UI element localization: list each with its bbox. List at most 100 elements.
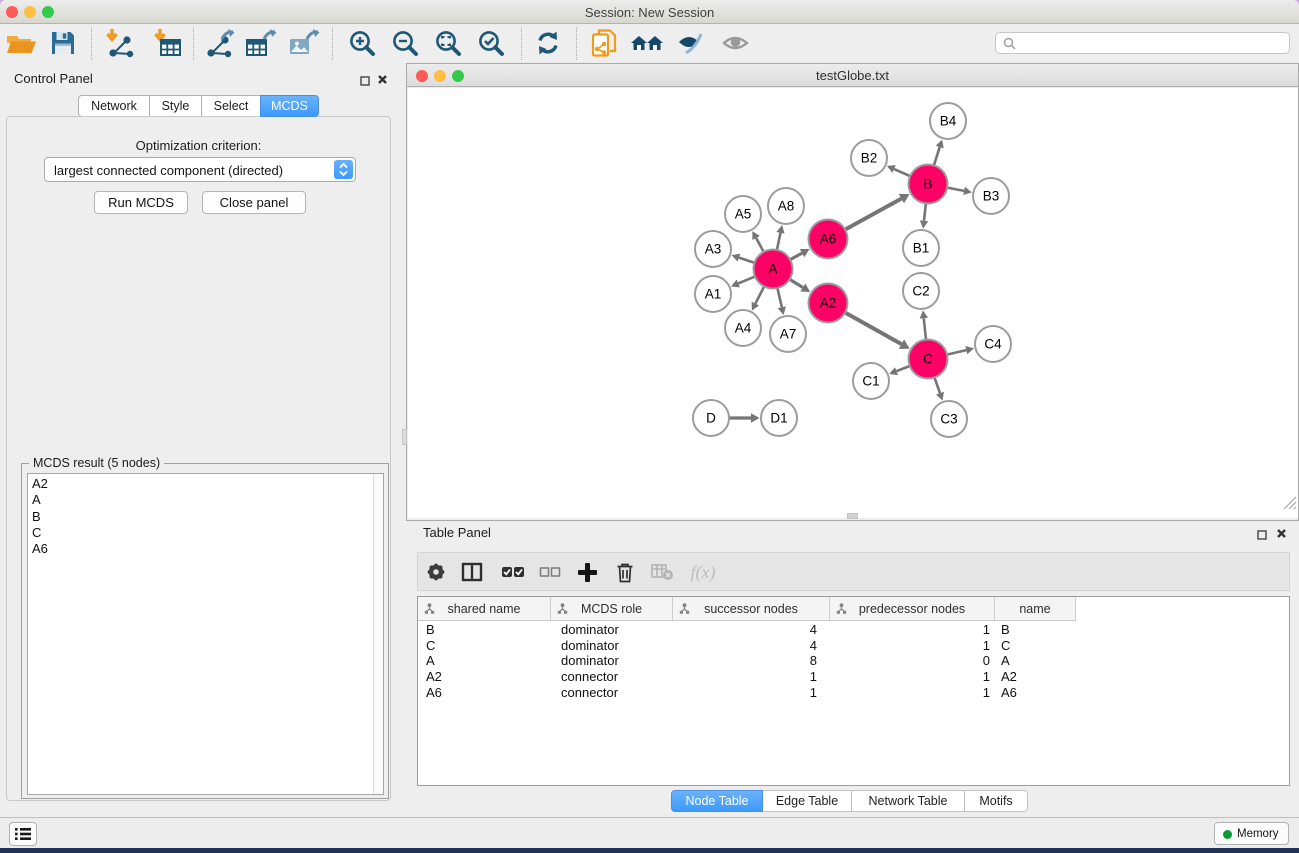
dropdown-value: largest connected component (directed) <box>54 163 283 178</box>
delete-row-icon[interactable] <box>608 555 642 589</box>
column-header-predecessor-nodes[interactable]: predecessor nodes <box>830 597 995 620</box>
zoom-out-button[interactable] <box>387 26 423 60</box>
node-label-B2: B2 <box>861 151 878 166</box>
zoom-in-button[interactable] <box>344 26 380 60</box>
resize-handle[interactable] <box>1283 496 1297 510</box>
show-panel-button[interactable] <box>718 26 754 60</box>
window-titlebar: Session: New Session <box>0 0 1299 24</box>
cell: A <box>418 653 551 669</box>
refresh-button[interactable] <box>530 26 566 60</box>
table-row[interactable]: Bdominator41B <box>418 622 1076 638</box>
optimization-criterion-dropdown[interactable]: largest connected component (directed) <box>44 157 356 182</box>
tab-mcds[interactable]: MCDS <box>260 95 319 117</box>
mcds-result-title: MCDS result (5 nodes) <box>29 456 164 470</box>
column-header-MCDS-role[interactable]: MCDS role <box>551 597 673 620</box>
result-scrollbar[interactable] <box>373 474 383 794</box>
mcds-result-item[interactable]: A2 <box>28 476 383 492</box>
network-vscrollbar[interactable] <box>402 429 407 445</box>
function-builder-icon[interactable]: f(x) <box>686 555 720 589</box>
edge-arrow-B-B1 <box>920 220 928 228</box>
table-panel: Table Panel f(x) <box>406 521 1299 817</box>
control-panel-tabs: NetworkStyleSelectMCDS <box>78 95 319 117</box>
cell: connector <box>551 685 673 701</box>
network-window: testGlobe.txt AA6A2BCA1A3A5A8A4A7B1B2B3B… <box>406 63 1299 521</box>
search-input[interactable] <box>995 32 1290 54</box>
network-window-title: testGlobe.txt <box>407 68 1298 83</box>
export-network-button[interactable] <box>203 26 239 60</box>
table-row[interactable]: Cdominator41C <box>418 638 1076 654</box>
tab-node-table[interactable]: Node Table <box>671 790 763 812</box>
cell: A <box>995 653 1076 669</box>
network-hscrollbar[interactable] <box>408 518 1298 520</box>
edge-arrow-D-D1 <box>751 413 760 422</box>
zoom-selected-button[interactable] <box>473 26 509 60</box>
mcds-result-item[interactable]: A6 <box>28 541 383 557</box>
control-panel-close-icon[interactable] <box>377 72 388 90</box>
table-row[interactable]: Adominator80A <box>418 653 1076 669</box>
toolbar-separator <box>332 27 333 60</box>
table-row[interactable]: A6connector11A6 <box>418 685 1076 701</box>
tab-edge-table[interactable]: Edge Table <box>762 790 852 812</box>
import-table-from-file-button[interactable] <box>150 26 186 60</box>
cell: 0 <box>830 653 995 669</box>
cell: A6 <box>418 685 551 701</box>
tab-style[interactable]: Style <box>149 95 202 117</box>
tab-motifs[interactable]: Motifs <box>964 790 1028 812</box>
hscrollbar-thumb[interactable] <box>847 513 858 519</box>
hide-panel-button[interactable] <box>673 26 709 60</box>
run-mcds-button[interactable]: Run MCDS <box>94 191 188 214</box>
table-panel-close-icon[interactable] <box>1276 526 1287 544</box>
table-header: shared name MCDS role successor nodes prede… <box>418 597 1076 621</box>
status-list-button[interactable] <box>9 822 37 846</box>
column-label: successor nodes <box>704 602 798 616</box>
node-label-D1: D1 <box>770 411 787 426</box>
memory-status-dot <box>1223 830 1232 839</box>
node-label-A8: A8 <box>778 199 795 214</box>
edge-arrow-A-A8 <box>776 225 784 234</box>
table-panel-float-icon[interactable] <box>1257 527 1267 545</box>
select-all-icon[interactable] <box>496 555 530 589</box>
cell: 1 <box>673 685 830 701</box>
column-label: MCDS role <box>581 602 642 616</box>
zoom-fit-button[interactable] <box>430 26 466 60</box>
memory-button[interactable]: Memory <box>1214 822 1289 845</box>
network-canvas[interactable]: AA6A2BCA1A3A5A8A4A7B1B2B3B4C1C2C3C4DD1 <box>408 88 1298 518</box>
cell: C <box>418 638 551 654</box>
mcds-result-list: A2ABCA6 <box>27 473 384 795</box>
node-label-A4: A4 <box>735 321 752 336</box>
node-label-A1: A1 <box>705 287 722 302</box>
column-header-shared-name[interactable]: shared name <box>418 597 551 620</box>
export-table-button[interactable] <box>244 26 280 60</box>
column-header-name[interactable]: name <box>995 597 1076 620</box>
delete-table-icon[interactable] <box>645 555 679 589</box>
mcds-result-item[interactable]: A <box>28 492 383 508</box>
toolbar-separator <box>521 27 522 60</box>
close-panel-button[interactable]: Close panel <box>202 191 306 214</box>
node-label-A5: A5 <box>735 207 752 222</box>
tab-network[interactable]: Network <box>78 95 150 117</box>
table-settings-icon[interactable] <box>419 555 453 589</box>
show-all-networks-button[interactable] <box>629 26 665 60</box>
tab-network-table[interactable]: Network Table <box>851 790 965 812</box>
node-label-A7: A7 <box>780 327 797 342</box>
window-title: Session: New Session <box>0 5 1299 20</box>
add-row-icon[interactable] <box>570 555 604 589</box>
node-label-A2: A2 <box>820 296 837 311</box>
export-image-button[interactable] <box>287 26 323 60</box>
show-columns-icon[interactable] <box>455 555 489 589</box>
node-label-B1: B1 <box>913 241 930 256</box>
memory-label: Memory <box>1237 828 1279 840</box>
unselect-all-icon[interactable] <box>533 555 567 589</box>
node-label-C2: C2 <box>912 284 929 299</box>
open-session-button[interactable] <box>3 26 39 60</box>
column-header-successor-nodes[interactable]: successor nodes <box>673 597 830 620</box>
import-network-from-file-button[interactable] <box>102 26 138 60</box>
tab-select[interactable]: Select <box>201 95 261 117</box>
node-label-C3: C3 <box>940 412 957 427</box>
table-row[interactable]: A2connector11A2 <box>418 669 1076 685</box>
mcds-result-item[interactable]: B <box>28 509 383 525</box>
mcds-result-item[interactable]: C <box>28 525 383 541</box>
clone-network-button[interactable] <box>586 26 622 60</box>
control-panel-float-icon[interactable] <box>360 73 370 91</box>
save-session-button[interactable] <box>45 26 81 60</box>
